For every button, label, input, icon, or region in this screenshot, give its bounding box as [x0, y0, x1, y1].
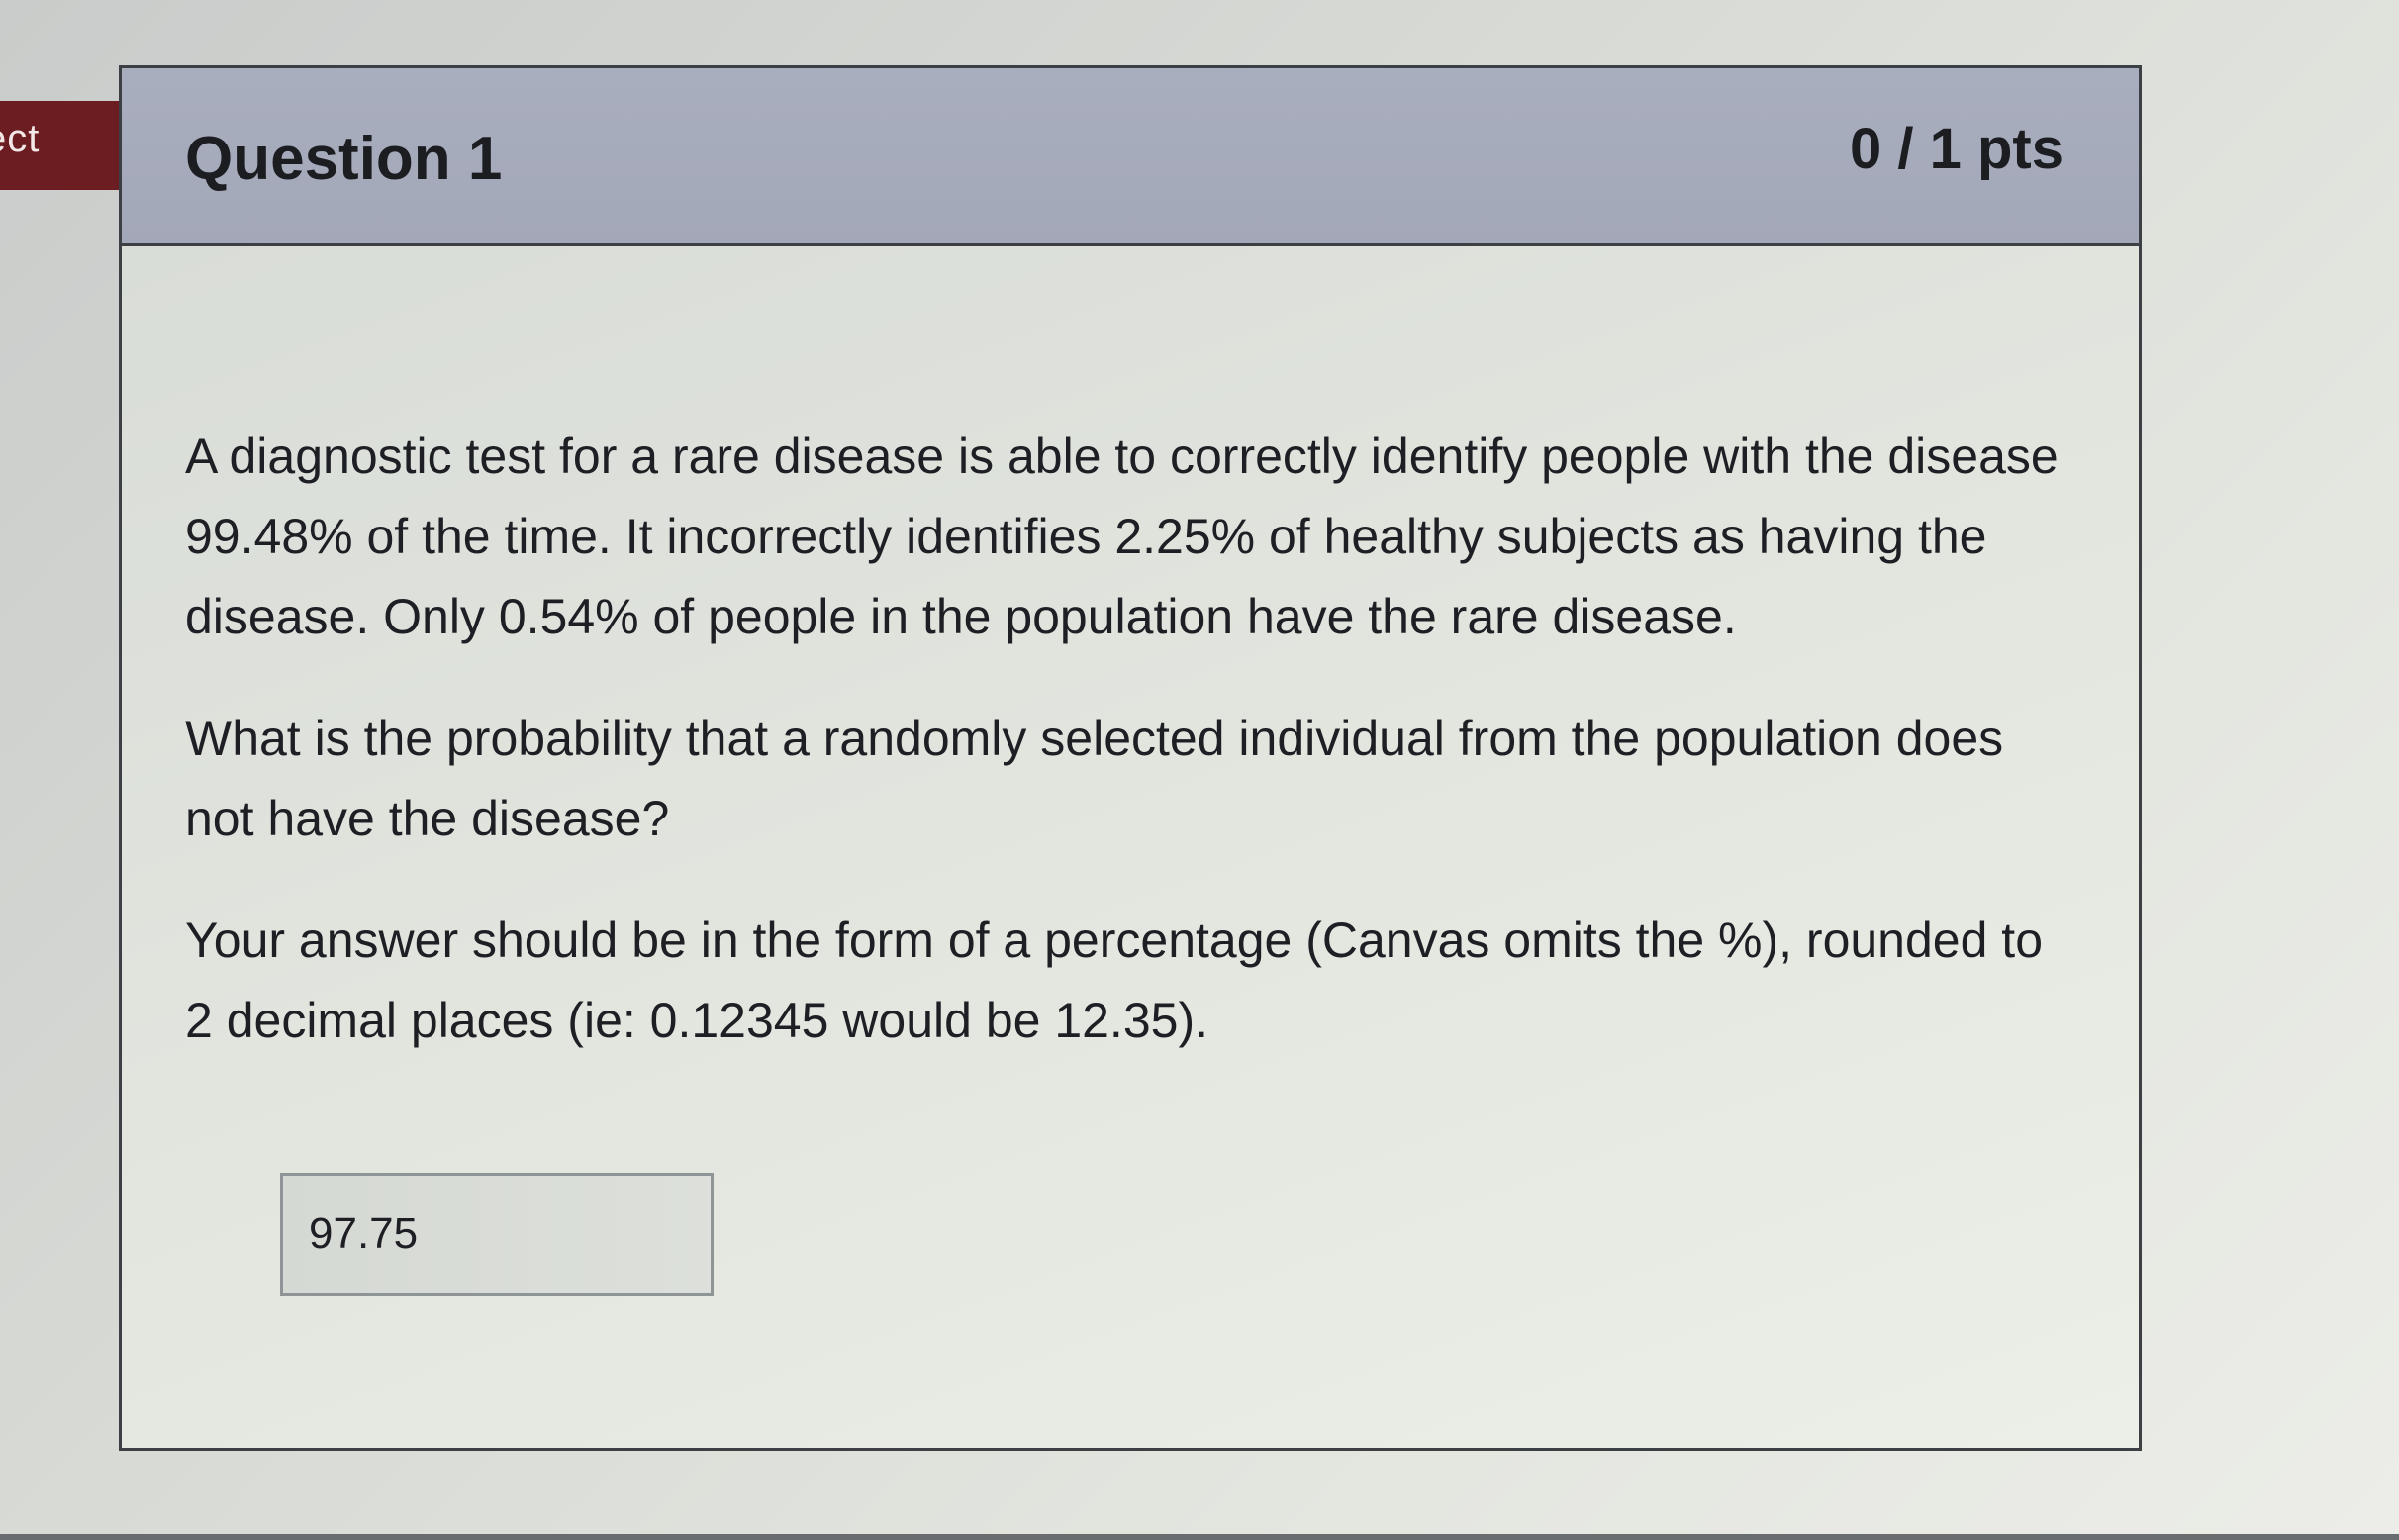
answer-input[interactable] [280, 1173, 714, 1296]
incorrect-flag-label: ect [0, 117, 41, 160]
answer-format-instructions: Your answer should be in the form of a p… [185, 913, 2044, 1048]
question-text-paragraph: A diagnostic test for a rare disease is … [185, 429, 2059, 644]
question-body: A diagnostic test for a rare disease is … [185, 246, 2079, 1061]
question-points: 0 / 1 pts [1850, 117, 2063, 181]
screen-bezel-edge [0, 1534, 2399, 1540]
question-card: Question 1 0 / 1 pts A diagnostic test f… [119, 65, 2142, 1451]
question-title: Question 1 [185, 125, 503, 193]
question-header: Question 1 0 / 1 pts [122, 68, 2139, 246]
question-prompt-paragraph: What is the probability that a randomly … [185, 711, 2004, 846]
